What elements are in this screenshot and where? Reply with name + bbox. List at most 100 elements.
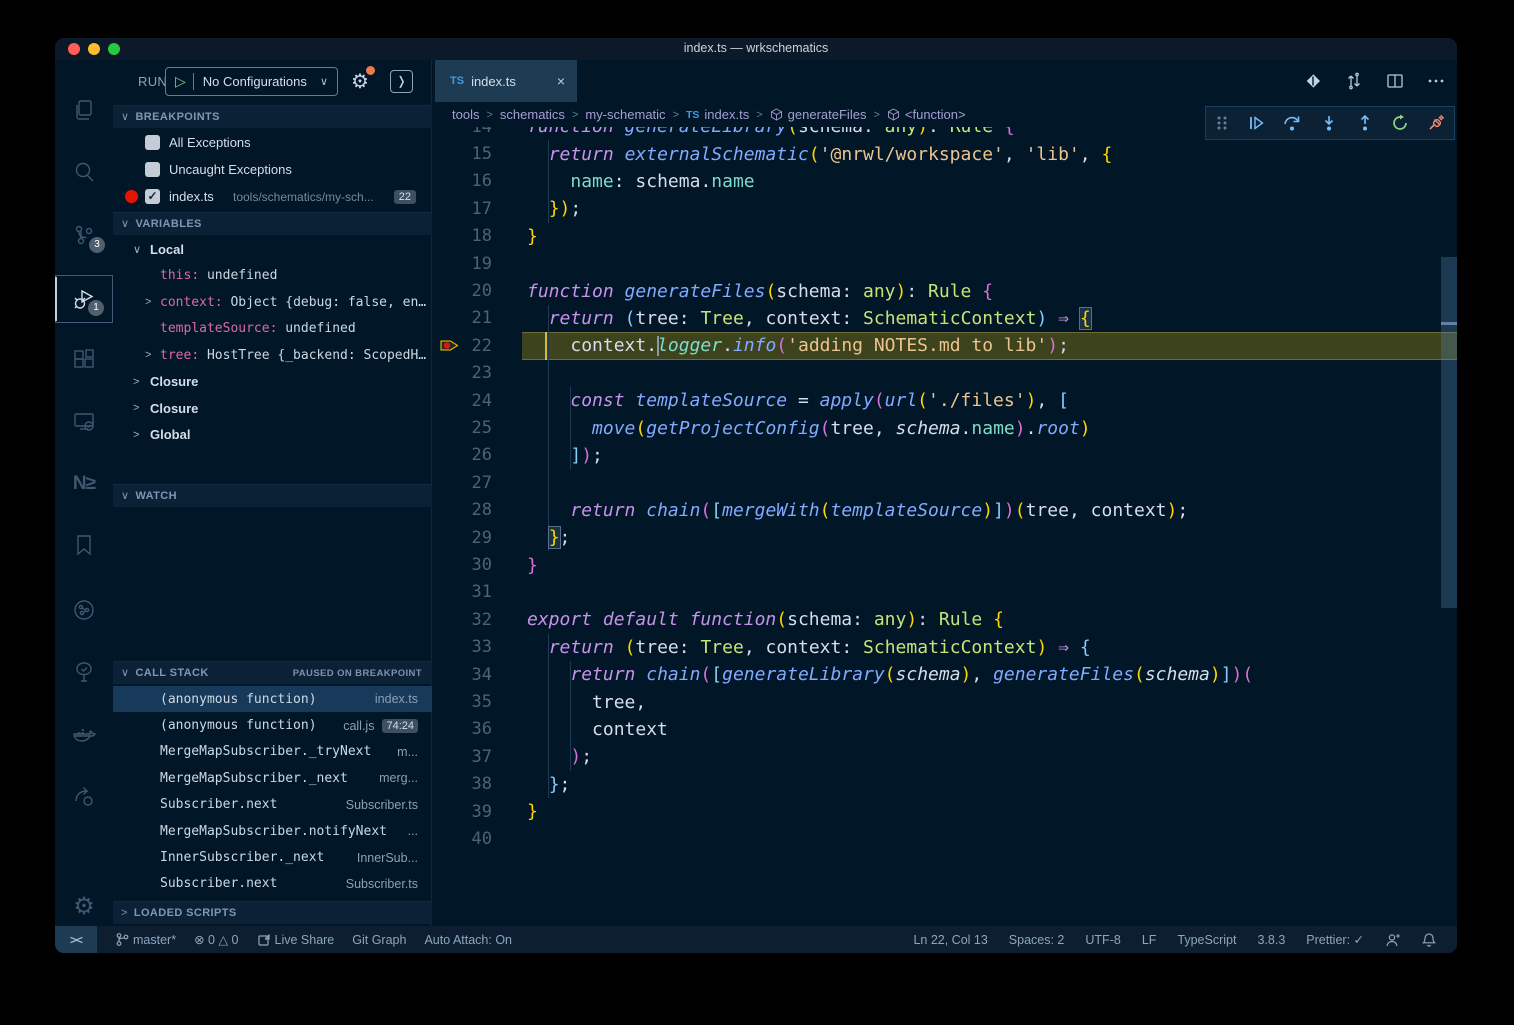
- line-number[interactable]: 34: [432, 665, 492, 685]
- status-live-share[interactable]: Live Share: [257, 933, 335, 947]
- line-number[interactable]: 26: [432, 445, 492, 465]
- line-number[interactable]: 32: [432, 610, 492, 630]
- split-editor-icon[interactable]: [1386, 72, 1404, 90]
- code-line-28[interactable]: 28 return chain([mergeWith(templateSourc…: [432, 497, 1441, 524]
- step-over-icon[interactable]: [1282, 114, 1302, 132]
- launch-configuration-dropdown[interactable]: ▷ No Configurations ∨: [165, 67, 338, 96]
- search-icon[interactable]: [55, 148, 113, 196]
- code-line-20[interactable]: 20function generateFiles(schema: any): R…: [432, 277, 1441, 304]
- breakpoint-checkbox[interactable]: ✓: [145, 189, 160, 204]
- git-graph-icon[interactable]: [55, 586, 113, 634]
- code-line-21[interactable]: 21 return (tree: Tree, context: Schemati…: [432, 305, 1441, 332]
- line-number[interactable]: 33: [432, 637, 492, 657]
- code-line-30[interactable]: 30}: [432, 551, 1441, 578]
- code-line-18[interactable]: 18}: [432, 223, 1441, 250]
- line-number[interactable]: 24: [432, 391, 492, 411]
- variable-row[interactable]: this: undefined: [113, 263, 432, 290]
- callstack-frame[interactable]: MergeMapSubscriber.notifyNext...: [113, 818, 432, 844]
- status-git-graph[interactable]: Git Graph: [352, 933, 406, 947]
- variable-scope-row[interactable]: >Global: [113, 422, 432, 449]
- test-explorer-icon[interactable]: [55, 648, 113, 696]
- source-control-icon[interactable]: 3: [55, 211, 113, 259]
- code-line-29[interactable]: 29 };: [432, 524, 1441, 551]
- step-out-icon[interactable]: [1356, 114, 1374, 132]
- bookmarks-icon[interactable]: [55, 521, 113, 569]
- callstack-frame[interactable]: MergeMapSubscriber._tryNextm...: [113, 739, 432, 765]
- settings-gear-icon[interactable]: ⚙: [55, 882, 113, 930]
- compare-changes-icon[interactable]: [1345, 72, 1363, 90]
- code-line-22[interactable]: 22 context.logger.info('adding NOTES.md …: [432, 332, 1441, 359]
- breakpoint-row[interactable]: Uncaught Exceptions: [113, 156, 432, 183]
- editor-scrollbar[interactable]: [1441, 257, 1457, 608]
- continue-icon[interactable]: [1247, 114, 1265, 132]
- status-git-branch[interactable]: master*: [115, 932, 176, 947]
- code-line-34[interactable]: 34 return chain([generateLibrary(schema)…: [432, 661, 1441, 688]
- drag-grip-icon[interactable]: [1215, 114, 1229, 132]
- status-prettier[interactable]: Prettier: ✓: [1306, 932, 1364, 947]
- code-line-38[interactable]: 38 };: [432, 771, 1441, 798]
- variable-scope-row[interactable]: >Closure: [113, 395, 432, 422]
- line-number[interactable]: 39: [432, 802, 492, 822]
- status-problems[interactable]: ⊗ 0 △ 0: [194, 932, 238, 947]
- remote-explorer-icon[interactable]: [55, 398, 113, 446]
- open-changes-icon[interactable]: [1304, 72, 1322, 90]
- status-ts-version[interactable]: 3.8.3: [1257, 933, 1285, 947]
- breadcrumb-item[interactable]: <function>: [887, 107, 966, 122]
- live-share-icon[interactable]: [55, 773, 113, 821]
- explorer-icon[interactable]: [55, 86, 113, 134]
- breadcrumb-item[interactable]: generateFiles: [770, 107, 867, 122]
- line-number[interactable]: 27: [432, 473, 492, 493]
- code-line-39[interactable]: 39}: [432, 798, 1441, 825]
- code-line-25[interactable]: 25 move(getProjectConfig(tree, schema.na…: [432, 414, 1441, 441]
- code-line-19[interactable]: 19: [432, 250, 1441, 277]
- section-breakpoints[interactable]: ∨BREAKPOINTS: [113, 105, 432, 128]
- line-number[interactable]: 17: [432, 199, 492, 219]
- restart-icon[interactable]: [1391, 114, 1409, 132]
- variable-row[interactable]: templateSource: undefined: [113, 316, 432, 343]
- run-debug-icon[interactable]: 1: [55, 275, 113, 323]
- breadcrumb-item[interactable]: schematics: [500, 107, 565, 122]
- status-indentation[interactable]: Spaces: 2: [1009, 933, 1065, 947]
- code-line-35[interactable]: 35 tree,: [432, 688, 1441, 715]
- section-variables[interactable]: ∨VARIABLES: [113, 212, 432, 235]
- callstack-frame[interactable]: MergeMapSubscriber._nextmerg...: [113, 765, 432, 791]
- line-number[interactable]: 31: [432, 582, 492, 602]
- code-line-40[interactable]: 40: [432, 825, 1441, 852]
- line-number[interactable]: 18: [432, 226, 492, 246]
- status-eol[interactable]: LF: [1142, 933, 1157, 947]
- close-tab-icon[interactable]: ×: [557, 73, 565, 89]
- line-number[interactable]: 15: [432, 144, 492, 164]
- code-line-36[interactable]: 36 context: [432, 716, 1441, 743]
- line-number[interactable]: 30: [432, 555, 492, 575]
- callstack-frame[interactable]: InnerSubscriber._nextInnerSub...: [113, 844, 432, 870]
- code-line-16[interactable]: 16 name: schema.name: [432, 168, 1441, 195]
- line-number[interactable]: 36: [432, 719, 492, 739]
- debug-console-button[interactable]: ❭: [390, 70, 413, 93]
- line-number[interactable]: 25: [432, 418, 492, 438]
- code-line-37[interactable]: 37 );: [432, 743, 1441, 770]
- extensions-icon[interactable]: [55, 336, 113, 384]
- line-number[interactable]: 37: [432, 747, 492, 767]
- code-line-31[interactable]: 31: [432, 579, 1441, 606]
- section-loaded-scripts[interactable]: >LOADED SCRIPTS: [113, 901, 432, 924]
- variable-scope-row[interactable]: ∨Local: [113, 236, 432, 263]
- docker-icon[interactable]: [55, 711, 113, 759]
- breadcrumb-item[interactable]: tools: [452, 107, 479, 122]
- code-line-17[interactable]: 17 });: [432, 195, 1441, 222]
- more-actions-icon[interactable]: [1427, 72, 1445, 90]
- callstack-frame[interactable]: Subscriber.nextSubscriber.ts: [113, 871, 432, 897]
- status-cursor-position[interactable]: Ln 22, Col 13: [913, 933, 987, 947]
- code-line-26[interactable]: 26 ]);: [432, 442, 1441, 469]
- breadcrumb-item[interactable]: my-schematic: [585, 107, 665, 122]
- status-language-mode[interactable]: TypeScript: [1177, 933, 1236, 947]
- code-line-32[interactable]: 32export default function(schema: any): …: [432, 606, 1441, 633]
- callstack-frame[interactable]: (anonymous function)index.ts: [113, 686, 432, 712]
- start-debug-icon[interactable]: ▷: [175, 73, 186, 90]
- variable-row[interactable]: >tree: HostTree {_backend: ScopedH…: [113, 342, 432, 369]
- status-notifications[interactable]: [1422, 932, 1436, 947]
- breakpoint-row[interactable]: All Exceptions: [113, 129, 432, 156]
- line-number[interactable]: 23: [432, 363, 492, 383]
- callstack-frame[interactable]: (anonymous function)call.js74:24: [113, 712, 432, 738]
- nx-console-icon[interactable]: N≥: [55, 460, 113, 508]
- remote-indicator[interactable]: ><: [55, 926, 97, 953]
